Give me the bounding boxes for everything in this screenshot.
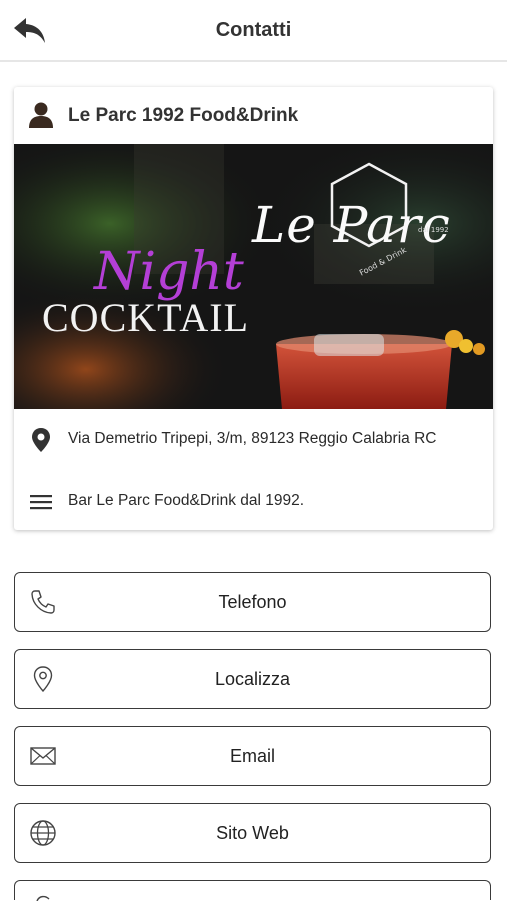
menu-lines-icon xyxy=(30,495,52,510)
banner-logo-est: dal 1992 xyxy=(418,226,449,234)
banner-night-text: Night xyxy=(94,242,244,302)
description-row: Bar Le Parc Food&Drink dal 1992. xyxy=(14,481,493,521)
locate-button-label: Localizza xyxy=(214,669,291,689)
address-text: Via Demetrio Tripepi, 3/m, 89123 Reggio … xyxy=(68,430,437,447)
venue-banner-image: Le Parc dal 1992 Food & Drink Night COCK… xyxy=(14,144,493,409)
venue-name: Le Parc 1992 Food&Drink xyxy=(68,105,299,126)
top-bar: Contatti xyxy=(0,0,507,62)
description-text: Bar Le Parc Food&Drink dal 1992. xyxy=(68,492,305,509)
map-marker-icon xyxy=(32,428,50,452)
email-button[interactable]: Email xyxy=(14,726,491,786)
website-button[interactable]: Sito Web xyxy=(14,803,491,863)
venue-card: Le Parc 1992 Food&Drink Le Parc dal 1992… xyxy=(14,87,493,530)
card-header: Le Parc 1992 Food&Drink xyxy=(14,87,493,144)
page-title: Contatti xyxy=(215,19,292,41)
phone-button-label: Telefono xyxy=(218,592,287,612)
locate-button[interactable]: Localizza xyxy=(14,649,491,709)
website-button-label: Sito Web xyxy=(216,823,289,843)
additional-button[interactable] xyxy=(14,880,491,901)
user-icon xyxy=(29,102,53,128)
phone-button[interactable]: Telefono xyxy=(14,572,491,632)
banner-logo-text: Le Parc xyxy=(252,196,451,254)
email-button-label: Email xyxy=(229,746,275,766)
address-row: Via Demetrio Tripepi, 3/m, 89123 Reggio … xyxy=(14,419,493,459)
banner-cocktail-text: COCKTAIL xyxy=(42,295,250,340)
